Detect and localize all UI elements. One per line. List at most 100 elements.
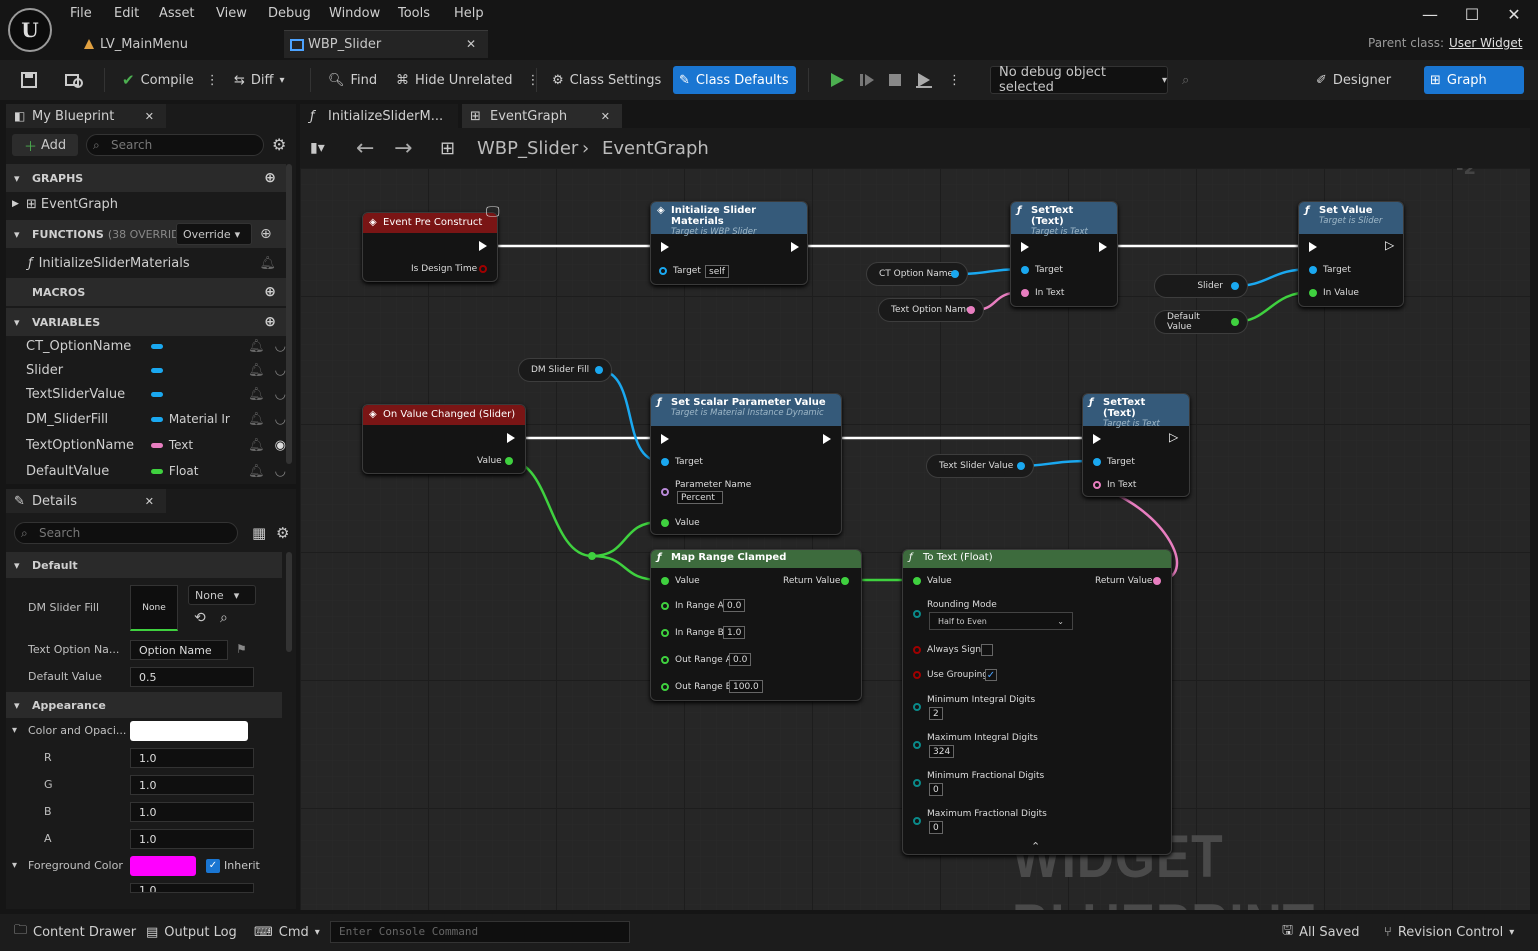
exec-in-pin[interactable] (1093, 434, 1101, 444)
exec-out-pin[interactable] (791, 242, 799, 252)
debug-browse-icon[interactable]: ⌕ (1176, 66, 1195, 94)
float-pin[interactable] (1309, 289, 1317, 297)
eye-closed-icon[interactable]: ◡ (275, 464, 286, 479)
revision-control-button[interactable]: ⑂ Revision Control ▾ (1384, 921, 1514, 943)
more-options-icon[interactable]: ⋮ (942, 66, 967, 94)
variables-section[interactable]: ▾ VARIABLES ⊕ (6, 308, 286, 336)
hide-unrelated-button[interactable]: ⌘ Hide Unrelated ⋮ (390, 66, 546, 94)
pin-value[interactable]: 0 (929, 783, 943, 796)
int-pin[interactable] (913, 741, 921, 749)
close-icon[interactable]: ✕ (145, 495, 154, 508)
menu-asset[interactable]: Asset (159, 6, 195, 24)
exec-in-pin[interactable] (661, 242, 669, 252)
console-input[interactable]: Enter Console Command (330, 921, 630, 943)
int-pin[interactable] (913, 703, 921, 711)
graph-canvas[interactable]: Zoom -2 WIDGET BLUEPRINT ◈Event Pre Cons… (300, 168, 1530, 910)
g-input[interactable]: 1.0 (130, 775, 254, 795)
browse-icon[interactable]: ⌕ (220, 610, 228, 626)
text-pin[interactable] (1021, 289, 1029, 297)
output-log-button[interactable]: ▤ Output Log (146, 921, 237, 943)
pin-value[interactable]: 2 (929, 707, 943, 720)
macros-section[interactable]: MACROS ⊕ (6, 278, 286, 306)
menu-view[interactable]: View (216, 6, 247, 24)
parent-class-link[interactable]: User Widget (1449, 36, 1522, 50)
r-input[interactable]: 1.0 (130, 748, 254, 768)
default-value-input[interactable]: 0.5 (130, 667, 254, 687)
getter-text-slider-value[interactable]: Text Slider Value (926, 454, 1034, 478)
add-graph-icon[interactable]: ⊕ (264, 170, 276, 186)
float-pin[interactable] (505, 457, 513, 465)
default-section[interactable]: ▾ Default (6, 552, 282, 578)
node-event-pre-construct[interactable]: ◈ Event Pre Construct Is Design Time (362, 212, 498, 282)
variable-item[interactable]: CT_OptionName 🔔︎ ◡ (6, 334, 286, 358)
override-dropdown[interactable]: Override ▾ (176, 223, 252, 245)
eye-closed-icon[interactable]: ◡ (275, 387, 286, 402)
stop-icon[interactable] (880, 66, 910, 94)
gear-icon[interactable]: ⚙ (272, 135, 286, 154)
tab-event-graph[interactable]: ⊞ EventGraph ✕ (462, 104, 622, 128)
find-button[interactable]: 🔍︎ Find (322, 66, 383, 94)
node-initialize-slider-materials[interactable]: ◈ Initialize Slider Materials Target is WB… (650, 201, 808, 285)
pin-value[interactable]: self (705, 265, 729, 278)
exec-in-pin[interactable] (1021, 242, 1029, 252)
object-pin[interactable] (1309, 266, 1317, 274)
float-pin[interactable] (661, 519, 669, 527)
node-set-value[interactable]: ƒ Set Value Target is Slider ▷ Target In V… (1298, 201, 1404, 307)
text-option-input[interactable]: Option Name (130, 640, 228, 660)
rounding-mode-select[interactable]: Half to Even ⌄ (929, 612, 1073, 630)
exec-in-pin[interactable] (1309, 242, 1317, 252)
foreground-swatch[interactable] (130, 856, 196, 876)
forward-arrow-icon[interactable]: → (394, 136, 412, 161)
breadcrumb-current[interactable]: EventGraph (602, 138, 709, 159)
window-close-icon[interactable]: ✕ (1502, 4, 1526, 26)
object-pin[interactable] (659, 267, 667, 275)
bool-pin[interactable] (913, 646, 921, 654)
exec-out-pin[interactable] (823, 434, 831, 444)
close-icon[interactable]: ✕ (466, 37, 476, 51)
use-selected-icon[interactable]: ⟲ (194, 610, 206, 626)
eye-closed-icon[interactable]: ◡ (275, 339, 286, 354)
variable-item[interactable]: TextSliderValue 🔔︎ ◡ (6, 382, 286, 406)
b-input[interactable]: 1.0 (130, 802, 254, 822)
color-swatch[interactable] (130, 721, 248, 741)
play-icon[interactable] (822, 66, 852, 94)
asset-thumbnail[interactable]: None (130, 585, 178, 631)
minimize-icon[interactable]: — (1418, 4, 1442, 26)
inherit-checkbox[interactable]: ✓ (206, 859, 220, 873)
details-search-input[interactable]: ⌕ Search (14, 522, 238, 544)
class-settings-button[interactable]: ⚙ Class Settings (546, 66, 667, 94)
float-pin[interactable] (913, 577, 921, 585)
table-view-icon[interactable]: ▦ (252, 524, 266, 542)
step-icon[interactable] (852, 66, 882, 94)
add-variable-icon[interactable]: ⊕ (264, 314, 276, 330)
text-pin[interactable] (967, 306, 975, 314)
float-pin[interactable] (661, 656, 669, 664)
eye-closed-icon[interactable]: ◡ (275, 412, 286, 427)
pin-value[interactable]: Percent (677, 491, 723, 504)
float-pin[interactable] (841, 577, 849, 585)
more-options-icon[interactable]: ⋮ (206, 73, 219, 88)
unreal-logo-icon[interactable]: U (8, 8, 52, 52)
text-pin[interactable] (1153, 577, 1161, 585)
node-settext-1[interactable]: ƒ SetText (Text) Target is Text Target In … (1010, 201, 1118, 307)
pin-value[interactable]: 0 (929, 821, 943, 834)
menu-file[interactable]: File (70, 6, 92, 24)
collapse-arrow-icon[interactable]: ⌃ (1031, 840, 1040, 853)
diff-button[interactable]: ⇆ Diff ▾ (228, 66, 291, 94)
use-grouping-checkbox[interactable]: ✓ (985, 669, 997, 681)
scrollbar[interactable] (286, 552, 292, 652)
node-on-value-changed[interactable]: ◈ On Value Changed (Slider) Value (362, 404, 526, 474)
exec-out-empty-pin[interactable]: ▷ (1385, 238, 1394, 252)
pin-value[interactable]: 324 (929, 745, 955, 758)
more-options-icon[interactable]: ⋮ (527, 73, 540, 88)
variable-item[interactable]: DM_SliderFill Material Ir 🔔︎ ◡ (6, 406, 286, 432)
object-pin[interactable] (1231, 282, 1239, 290)
close-icon[interactable]: ✕ (145, 110, 154, 123)
variable-item[interactable]: Slider 🔔︎ ◡ (6, 358, 286, 382)
details-tab[interactable]: ✎ Details ✕ (6, 489, 166, 513)
getter-slider[interactable]: Slider (1154, 274, 1248, 298)
float-pin[interactable] (661, 683, 669, 691)
float-pin[interactable] (661, 577, 669, 585)
bookmark-icon[interactable]: ▮▾ (310, 140, 325, 156)
graph-item-eventgraph[interactable]: ▶ ⊞ EventGraph (6, 192, 286, 216)
